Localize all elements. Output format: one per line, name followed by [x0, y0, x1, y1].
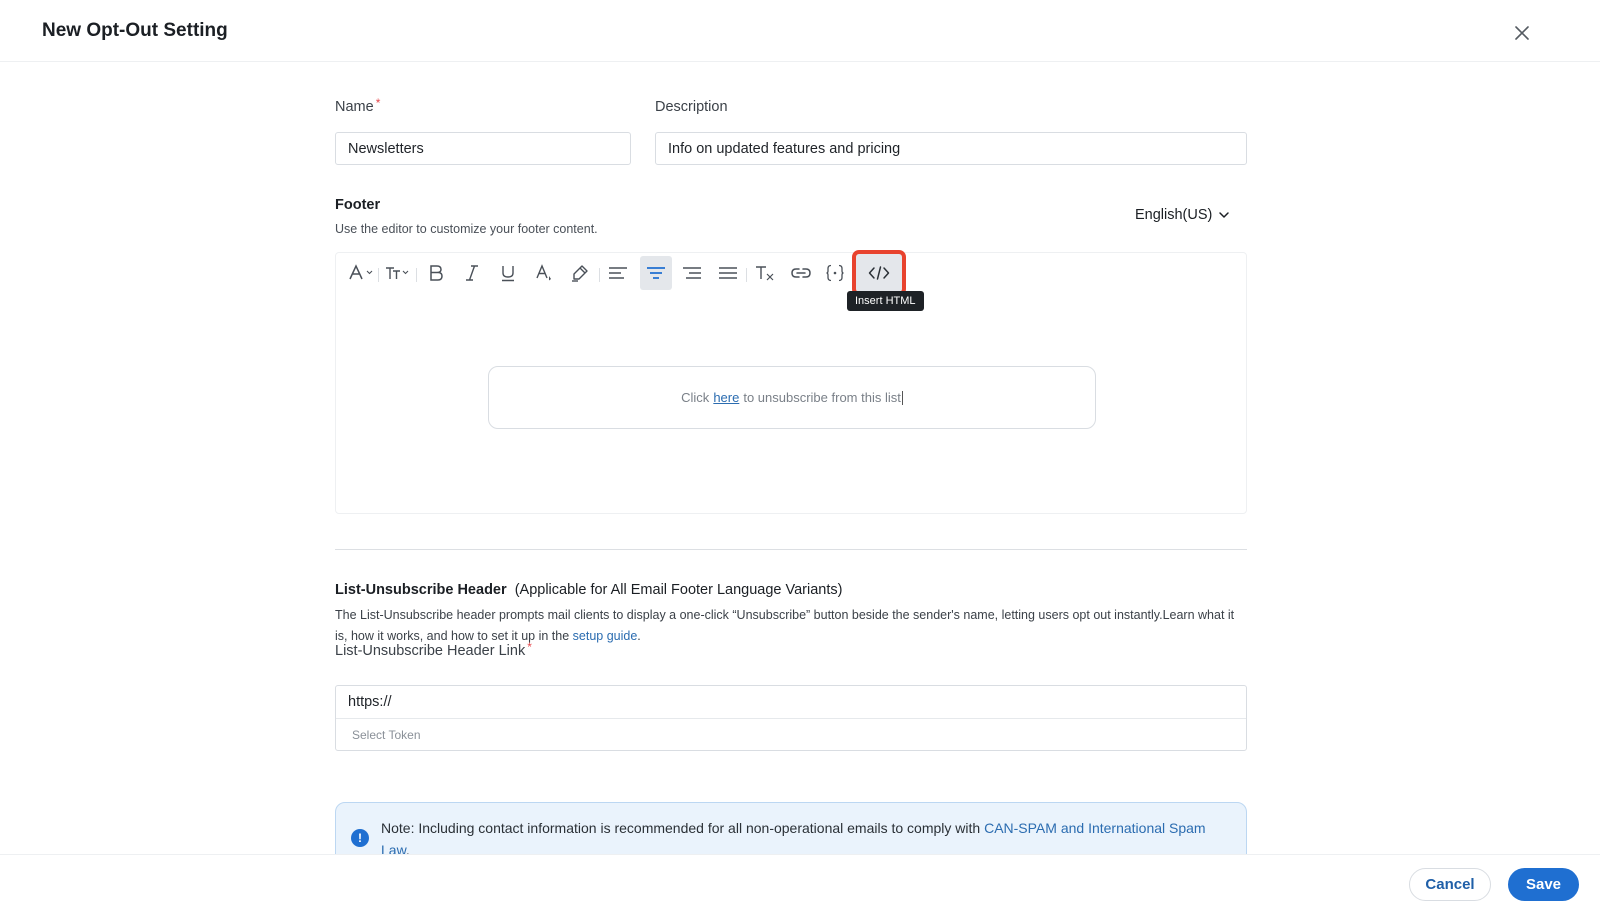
- font-family-button[interactable]: [346, 256, 376, 290]
- align-center-icon: [647, 267, 665, 279]
- insert-html-tooltip: Insert HTML: [847, 291, 924, 311]
- editor-toolbar: Insert HTML: [346, 250, 924, 311]
- header-link-label: List-Unsubscribe Header Link *: [335, 640, 532, 659]
- bold-icon: [430, 265, 443, 281]
- dialog-content: Name * Newsletters Description Info on up…: [335, 62, 1247, 854]
- preview-text-before: Click: [681, 390, 710, 405]
- highlight-button[interactable]: [565, 256, 595, 290]
- unsubscribe-link[interactable]: here: [713, 390, 739, 405]
- toolbar-separator: [746, 268, 747, 282]
- footer-editor: Insert HTML Click here to unsubscribe fr…: [335, 250, 1247, 514]
- name-input[interactable]: Newsletters: [335, 132, 631, 165]
- align-right-icon: [683, 267, 701, 279]
- note-body: Note: Including contact information is r…: [381, 820, 981, 836]
- underline-icon: [502, 266, 514, 282]
- bold-button[interactable]: [421, 256, 451, 290]
- setup-guide-link[interactable]: setup guide: [573, 629, 638, 643]
- list-unsubscribe-heading: List-Unsubscribe Header: [335, 582, 507, 598]
- insert-token-button[interactable]: [821, 256, 849, 290]
- preview-text-after: to unsubscribe from this list: [743, 390, 901, 405]
- language-select[interactable]: English(US): [1135, 207, 1230, 223]
- select-token-dropdown[interactable]: Select Token: [336, 719, 1246, 751]
- name-label: Name *: [335, 96, 381, 115]
- text-color-icon: [536, 264, 551, 281]
- info-icon: !: [351, 829, 369, 847]
- align-right-button[interactable]: [677, 256, 707, 290]
- text-caret: [901, 390, 903, 405]
- toolbar-separator: [416, 268, 417, 282]
- note-text: Note: Including contact information is r…: [381, 817, 1231, 854]
- description-label: Description: [655, 99, 728, 115]
- justify-icon: [719, 267, 737, 279]
- header-link-label-text: List-Unsubscribe Header Link: [335, 643, 526, 659]
- compliance-note: ! Note: Including contact information is…: [335, 802, 1247, 854]
- link-button[interactable]: [786, 256, 816, 290]
- section-divider: [335, 549, 1247, 550]
- language-value: English(US): [1135, 207, 1213, 223]
- highlight-icon: [572, 265, 588, 282]
- list-unsubscribe-title: List-Unsubscribe Header (Applicable for …: [335, 582, 842, 598]
- underline-button[interactable]: [493, 256, 523, 290]
- footer-hint: Use the editor to customize your footer …: [335, 222, 598, 236]
- list-unsubscribe-description: The List-Unsubscribe header prompts mail…: [335, 605, 1235, 647]
- text-color-button[interactable]: [529, 256, 559, 290]
- clear-format-icon: [756, 266, 774, 281]
- save-button[interactable]: Save: [1508, 868, 1579, 901]
- italic-button[interactable]: [457, 256, 487, 290]
- chevron-down-icon: [1219, 212, 1230, 218]
- name-label-text: Name: [335, 99, 374, 115]
- insert-token-icon: [826, 264, 844, 282]
- align-center-button[interactable]: [640, 256, 672, 290]
- align-left-icon: [609, 267, 627, 279]
- note-end: .: [405, 842, 410, 854]
- clear-format-button[interactable]: [750, 256, 780, 290]
- font-size-button[interactable]: [383, 256, 413, 290]
- description-input[interactable]: Info on updated features and pricing: [655, 132, 1247, 165]
- toolbar-separator: [378, 268, 379, 282]
- required-mark: *: [375, 96, 381, 110]
- description-end: .: [637, 629, 641, 643]
- description-value: Info on updated features and pricing: [668, 140, 901, 157]
- header-link-field: https:// Select Token: [335, 685, 1247, 751]
- list-unsubscribe-subtitle: (Applicable for All Email Footer Languag…: [514, 582, 843, 598]
- cancel-button[interactable]: Cancel: [1409, 868, 1491, 901]
- close-button[interactable]: [1509, 20, 1535, 46]
- italic-icon: [466, 265, 478, 281]
- header-link-input[interactable]: https://: [336, 686, 1246, 719]
- name-value: Newsletters: [348, 140, 424, 157]
- justify-button[interactable]: [713, 256, 743, 290]
- dialog-header: New Opt-Out Setting: [0, 0, 1600, 62]
- align-left-button[interactable]: [603, 256, 633, 290]
- font-size-icon: [386, 267, 409, 279]
- insert-html-icon: [868, 266, 890, 280]
- footer-title: Footer: [335, 197, 381, 213]
- required-mark: *: [527, 640, 532, 654]
- toolbar-separator: [599, 268, 600, 282]
- header-link-value: https://: [348, 694, 392, 710]
- footer-preview[interactable]: Click here to unsubscribe from this list: [488, 366, 1096, 429]
- close-icon: [1515, 26, 1529, 40]
- font-family-icon: [349, 264, 373, 280]
- dialog-title: New Opt-Out Setting: [42, 20, 228, 41]
- insert-html-button[interactable]: [852, 250, 906, 296]
- link-icon: [791, 268, 811, 278]
- dialog-footer: Cancel Save: [0, 854, 1600, 911]
- list-unsubscribe-description-text: The List-Unsubscribe header prompts mail…: [335, 608, 1235, 643]
